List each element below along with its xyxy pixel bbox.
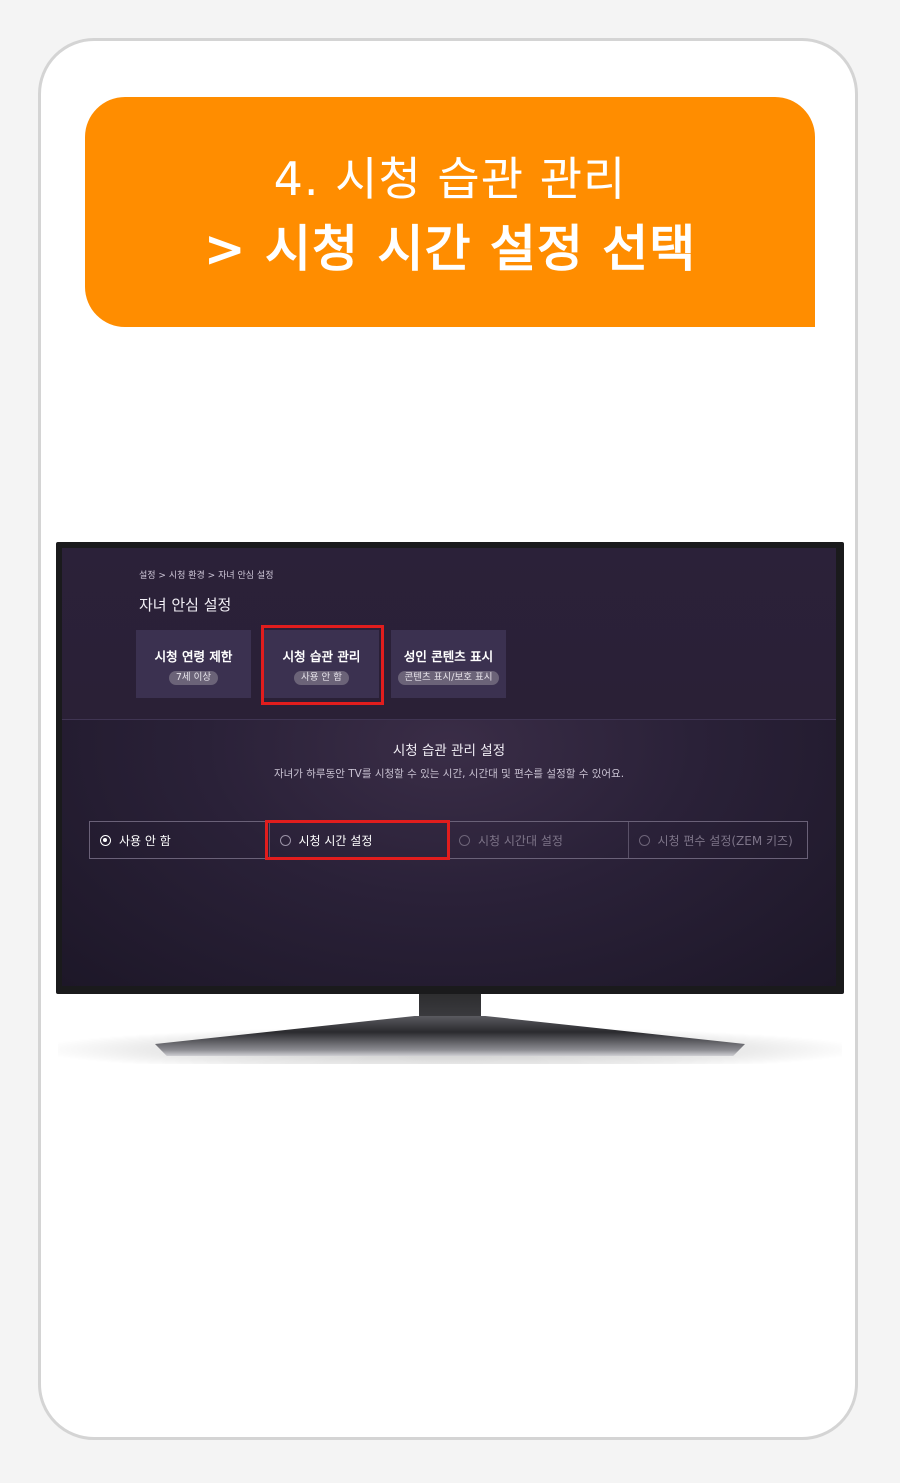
tab-label: 시청 연령 제한 — [154, 649, 233, 664]
section-title: 시청 습관 관리 설정 — [392, 743, 506, 759]
status-badge: 7세 이상 — [168, 671, 219, 685]
page-title: 자녀 안심 설정 — [139, 596, 232, 614]
option-label: 시청 편수 설정(ZEM 키즈) — [657, 833, 793, 848]
highlight-box — [261, 625, 384, 705]
radio-icon — [638, 834, 650, 846]
tv-stand-neck — [419, 992, 481, 1020]
highlight-box — [265, 820, 450, 860]
step-title: 4. 시청 습관 관리 — [273, 152, 627, 206]
step-banner: 4. 시청 습관 관리 > 시청 시간 설정 선택 — [85, 97, 815, 327]
breadcrumb: 설정 > 시청 환경 > 자녀 안심 설정 — [139, 571, 274, 581]
radio-selected-icon — [100, 834, 111, 846]
step-instruction: > 시청 시간 설정 선택 — [203, 220, 697, 278]
tab-adult-content[interactable]: 성인 콘텐츠 표시 콘텐츠 표시/보호 표시 — [391, 630, 506, 698]
divider — [62, 719, 836, 720]
status-badge: 콘텐츠 표시/보호 표시 — [397, 671, 500, 685]
section-description: 자녀가 하루동안 TV를 시청할 수 있는 시간, 시간대 및 편수를 설정할 … — [273, 768, 625, 780]
option-not-used[interactable]: 사용 안 함 — [90, 822, 270, 858]
option-time-slot[interactable]: 시청 시간대 설정 — [449, 822, 629, 858]
tab-label: 성인 콘텐츠 표시 — [403, 649, 494, 664]
tab-age-restriction[interactable]: 시청 연령 제한 7세 이상 — [136, 630, 251, 698]
option-episode-count[interactable]: 시청 편수 설정(ZEM 키즈) — [629, 822, 808, 858]
tv-screen: 설정 > 시청 환경 > 자녀 안심 설정 자녀 안심 설정 시청 연령 제한 … — [62, 548, 836, 986]
option-label: 사용 안 함 — [119, 833, 171, 848]
option-label: 시청 시간대 설정 — [478, 833, 563, 848]
radio-icon — [459, 834, 470, 846]
